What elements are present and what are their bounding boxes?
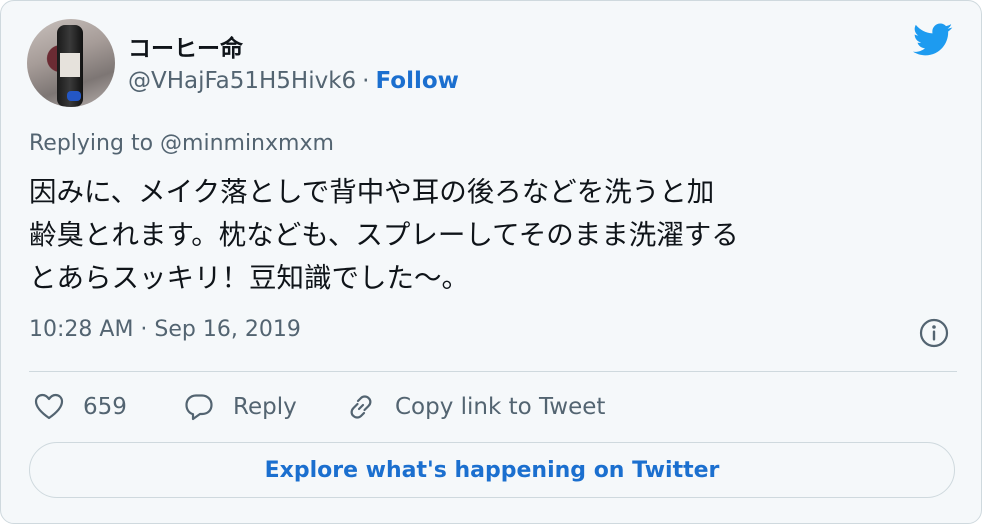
user-handle[interactable]: @VHajFa51H5Hivk6: [128, 68, 356, 94]
copy-link-button[interactable]: Copy link to Tweet: [345, 389, 605, 425]
tweet-text: 因みに、メイク落としで背中や耳の後ろなどを洗うと加 齢臭とれます。枕なども、スプ…: [29, 171, 959, 300]
tweet-line: 因みに、メイク落としで背中や耳の後ろなどを洗うと加: [29, 176, 715, 208]
avatar[interactable]: [27, 19, 115, 107]
like-count: 659: [83, 394, 127, 420]
tweet-line: 齢臭とれます。枕なども、スプレーしてそのまま洗濯する: [29, 219, 739, 251]
timestamp[interactable]: 10:28 AM · Sep 16, 2019: [29, 317, 301, 342]
follow-button[interactable]: Follow: [375, 68, 458, 94]
separator-dot: ·: [362, 68, 370, 94]
reply-button[interactable]: Reply: [183, 389, 297, 425]
speech-bubble-icon: [185, 394, 213, 421]
info-icon[interactable]: [918, 317, 950, 349]
divider: [29, 371, 957, 372]
handle-row: @VHajFa51H5Hivk6 · Follow: [128, 68, 459, 94]
like-button[interactable]: 659: [33, 389, 127, 425]
display-name[interactable]: コーヒー命: [128, 29, 243, 63]
tweet-card: コーヒー命 @VHajFa51H5Hivk6 · Follow Replying t…: [0, 0, 982, 524]
avatar-label-graphic: [60, 53, 80, 77]
link-icon: [350, 395, 372, 419]
explore-button[interactable]: Explore what's happening on Twitter: [29, 442, 955, 498]
avatar-cap-graphic: [67, 91, 81, 101]
replying-to[interactable]: Replying to @minminxmxm: [29, 131, 334, 156]
reply-label: Reply: [233, 394, 297, 420]
twitter-bird-icon[interactable]: [913, 23, 953, 57]
tweet-line: とあらスッキリ！豆知識でした〜。: [29, 262, 469, 294]
copy-link-label: Copy link to Tweet: [395, 394, 606, 420]
heart-icon: [34, 393, 64, 420]
